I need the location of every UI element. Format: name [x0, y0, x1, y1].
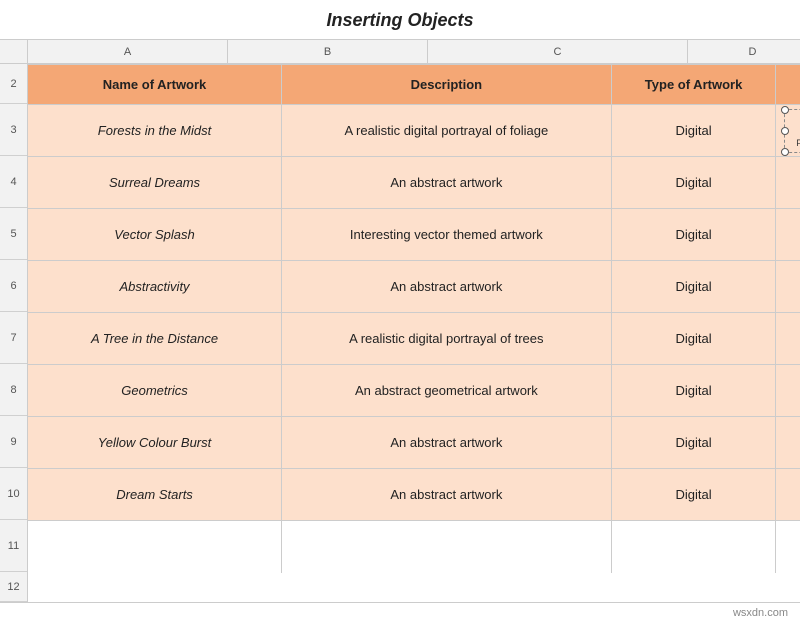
header-artwork: Actual Artwork	[776, 65, 800, 105]
watermark: wsxdn.com	[733, 607, 788, 619]
artwork-desc-6: An abstract geometrical artwork	[282, 365, 612, 417]
artwork-type-5: Digital	[611, 313, 776, 365]
col-headers: A B C D E	[28, 40, 800, 64]
artwork-type-3: Digital	[611, 209, 776, 261]
table-row: Abstractivity An abstract artwork Digita…	[28, 261, 800, 313]
artwork-desc-1: A realistic digital portrayal of foliage	[282, 105, 612, 157]
row-numbers: 2 3 4 5 6 7 8 9 10 11 12	[0, 40, 28, 602]
artwork-cell-2: ↻	[776, 157, 800, 209]
row-num-9: 9	[0, 416, 27, 468]
sheet-area: 2 3 4 5 6 7 8 9 10 11 12 A B C D E	[0, 40, 800, 602]
artwork-type-2: Digital	[611, 157, 776, 209]
row-num-3: 3	[0, 104, 27, 156]
artwork-name-7: Yellow Colour Burst	[28, 417, 282, 469]
row-num-11: 11	[0, 520, 27, 572]
artwork-name-5: A Tree in the Distance	[28, 313, 282, 365]
artwork-type-1: Digital	[611, 105, 776, 157]
footer-bar: wsxdn.com	[0, 602, 800, 623]
table-header-row: Name of Artwork Description Type of Artw…	[28, 65, 800, 105]
empty-cell-1	[28, 521, 282, 573]
col-header-b2: B	[228, 40, 428, 63]
artwork-desc-3: Interesting vector themed artwork	[282, 209, 612, 261]
header-type: Type of Artwork	[611, 65, 776, 105]
artwork-desc-4: An abstract artwork	[282, 261, 612, 313]
row-num-5: 5	[0, 208, 27, 260]
row-num-12: 12	[0, 572, 27, 602]
corner-cell	[0, 40, 27, 64]
artwork-type-7: Digital	[611, 417, 776, 469]
row-num-2: 2	[0, 64, 27, 104]
main-table: Name of Artwork Description Type of Artw…	[28, 64, 800, 573]
row-num-6: 6	[0, 260, 27, 312]
row-num-4: 4	[0, 156, 27, 208]
col-header-d: D	[688, 40, 800, 63]
artwork-type-4: Digital	[611, 261, 776, 313]
pdf-selection: pdf ForestintheMidstpdf	[784, 109, 800, 153]
artwork-cell-8	[776, 469, 800, 521]
pdf-icon-wrapper: pdf ForestintheMidstpdf	[796, 102, 800, 160]
table-row: Geometrics An abstract geometrical artwo…	[28, 365, 800, 417]
empty-cell-2	[282, 521, 612, 573]
table-row: Surreal Dreams An abstract artwork Digit…	[28, 157, 800, 209]
artwork-desc-5: A realistic digital portrayal of trees	[282, 313, 612, 365]
row-num-8: 8	[0, 364, 27, 416]
artwork-name-1: Forests in the Midst	[28, 105, 282, 157]
artwork-type-8: Digital	[611, 469, 776, 521]
table-row: Dream Starts An abstract artwork Digital	[28, 469, 800, 521]
table-wrapper: A B C D E Name of Artwork Description Ty…	[28, 40, 800, 602]
artwork-name-3: Vector Splash	[28, 209, 282, 261]
empty-cell-3	[611, 521, 776, 573]
handle-tl	[781, 106, 789, 114]
handle-bl	[781, 148, 789, 156]
spreadsheet-title: Inserting Objects	[0, 0, 800, 40]
table-row: Forests in the Midst A realistic digital…	[28, 105, 800, 157]
handle-ml	[781, 127, 789, 135]
header-desc: Description	[282, 65, 612, 105]
table-row: Yellow Colour Burst An abstract artwork …	[28, 417, 800, 469]
artwork-cell-3	[776, 209, 800, 261]
col-header-b: A	[28, 40, 228, 63]
artwork-cell-4	[776, 261, 800, 313]
artwork-type-6: Digital	[611, 365, 776, 417]
artwork-desc-8: An abstract artwork	[282, 469, 612, 521]
empty-row	[28, 521, 800, 573]
artwork-cell-7	[776, 417, 800, 469]
artwork-name-6: Geometrics	[28, 365, 282, 417]
empty-cell-4	[776, 521, 800, 573]
artwork-name-8: Dream Starts	[28, 469, 282, 521]
artwork-name-2: Surreal Dreams	[28, 157, 282, 209]
artwork-cell-1: pdf ForestintheMidstpdf	[776, 105, 800, 157]
spreadsheet: Inserting Objects 2 3 4 5 6 7 8 9 10 11 …	[0, 0, 800, 623]
table-row: A Tree in the Distance A realistic digit…	[28, 313, 800, 365]
row-num-10: 10	[0, 468, 27, 520]
artwork-desc-2: An abstract artwork	[282, 157, 612, 209]
header-name: Name of Artwork	[28, 65, 282, 105]
artwork-desc-7: An abstract artwork	[282, 417, 612, 469]
artwork-cell-5	[776, 313, 800, 365]
table-row: Vector Splash Interesting vector themed …	[28, 209, 800, 261]
artwork-name-4: Abstractivity	[28, 261, 282, 313]
col-header-c: C	[428, 40, 688, 63]
row-num-7: 7	[0, 312, 27, 364]
artwork-cell-6	[776, 365, 800, 417]
